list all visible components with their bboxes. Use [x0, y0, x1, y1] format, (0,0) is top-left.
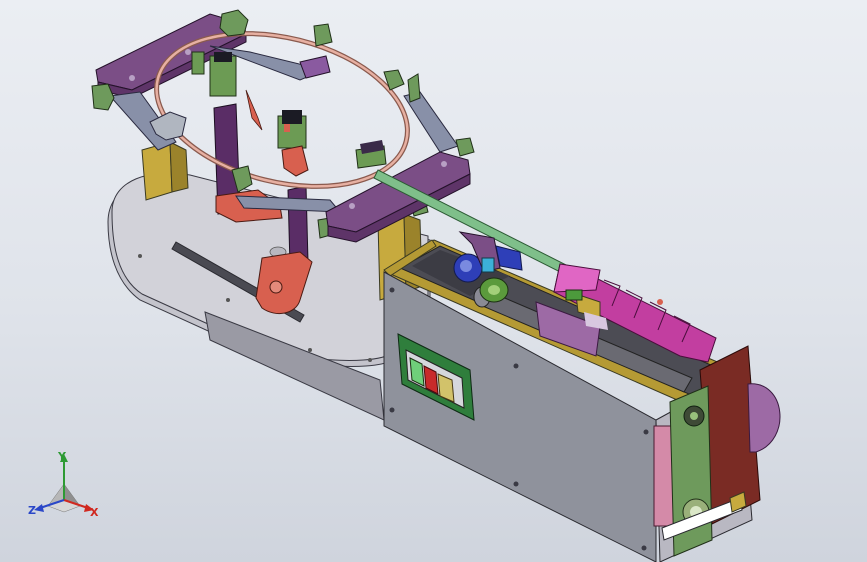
frame-screw: [129, 75, 135, 81]
screw-hole: [226, 298, 230, 302]
cad-viewport[interactable]: Y X Z: [0, 0, 867, 562]
panel-screw: [513, 363, 519, 369]
x-axis-label: X: [90, 506, 99, 519]
panel-screw: [513, 481, 519, 487]
screw-hole: [308, 348, 312, 352]
panel-screw: [641, 545, 647, 551]
panel-screw: [389, 407, 395, 413]
panel-screw: [643, 429, 649, 435]
frame-screw: [185, 49, 191, 55]
frame-screw: [441, 161, 447, 167]
screw-hole: [138, 254, 142, 258]
panel-screw: [389, 287, 395, 293]
frame-screw: [349, 203, 355, 209]
assembly-model[interactable]: [0, 0, 867, 562]
y-axis-label: Y: [58, 450, 66, 463]
z-axis-label: Z: [28, 504, 36, 517]
screw-hole: [368, 358, 372, 362]
